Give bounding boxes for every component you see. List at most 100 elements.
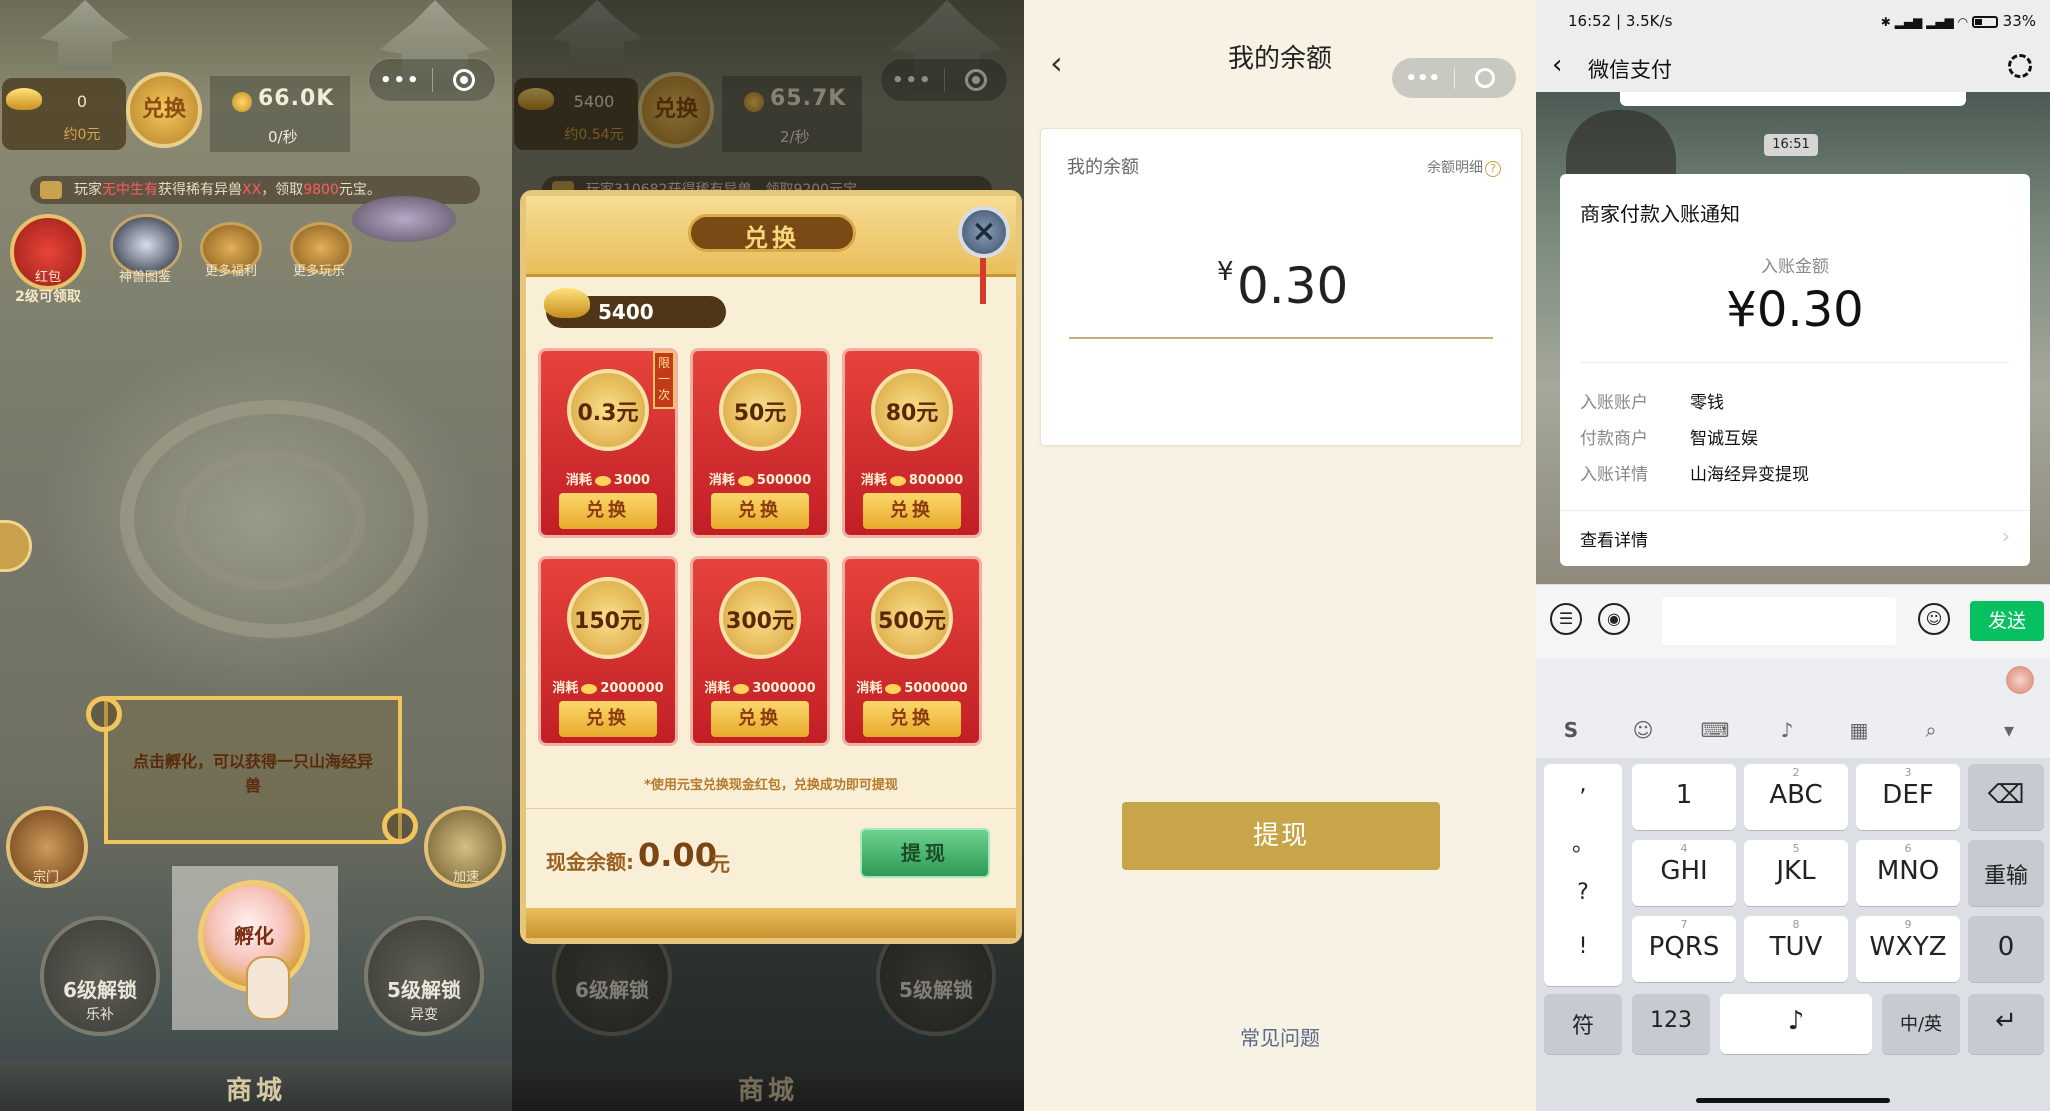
- modal-title: 兑换: [744, 224, 800, 252]
- hatch-hint-text: 点击孵化，可以获得一只山海经异兽: [132, 752, 373, 795]
- key-def[interactable]: 3 DEF: [1856, 764, 1960, 830]
- back-icon[interactable]: ‹: [1552, 50, 1562, 80]
- avatar: [2006, 666, 2034, 694]
- key-1[interactable]: 1: [1632, 764, 1736, 830]
- balance-underline: [1069, 337, 1493, 339]
- marquee-mid: 获得稀有异兽: [158, 182, 242, 198]
- card-exchange-button[interactable]: 兑换: [711, 493, 809, 529]
- key-comma[interactable]: ,: [1544, 772, 1622, 797]
- gear-icon[interactable]: [2008, 54, 2032, 78]
- locked-slot-right-sub: 异变: [410, 1007, 438, 1023]
- voice-icon[interactable]: ◉: [1598, 603, 1630, 635]
- key-exclaim[interactable]: !: [1544, 934, 1622, 959]
- card-exchange-button[interactable]: 兑换: [863, 701, 961, 737]
- key-mno[interactable]: 6 MNO: [1856, 840, 1960, 906]
- locked-slot-left-sub: 乐补: [86, 1007, 114, 1023]
- withdraw-button[interactable]: 提现: [1122, 802, 1440, 870]
- key-jkl[interactable]: 5 JKL: [1744, 840, 1848, 906]
- ime-keyboard: , 。 ? ! 1 2 ABC 3 DEF ⌫ 4 GHI 5 JKL 6 MNO 重输 …: [1536, 758, 2050, 1111]
- locked-slot-left-label: 6级解锁: [63, 978, 137, 1002]
- chevron-right-icon: ›: [2002, 524, 2010, 548]
- withdraw-button[interactable]: 提现: [860, 828, 990, 878]
- key-zero[interactable]: 0: [1968, 916, 2044, 982]
- backspace-icon[interactable]: ⌫: [1968, 764, 2044, 830]
- coin-counter: 66.0K 0/秒: [210, 76, 350, 152]
- key-reinput[interactable]: 重输: [1968, 840, 2044, 906]
- enter-icon[interactable]: ↵: [1968, 994, 2044, 1054]
- card-exchange-button[interactable]: 兑换: [711, 701, 809, 737]
- key-tuv[interactable]: 8 TUV: [1744, 916, 1848, 982]
- punctuation-column[interactable]: , 。 ? !: [1544, 764, 1622, 986]
- hatch-button[interactable]: 孵化: [172, 866, 338, 1030]
- marquee-red: XX: [242, 182, 262, 198]
- collapse-keyboard-icon[interactable]: ▾: [1994, 718, 2024, 744]
- status-time-speed: 16:52 | 3.5K/s: [1568, 12, 1673, 30]
- card-cost: 消耗 3000: [565, 473, 651, 488]
- card-exchange-button[interactable]: 兑换: [863, 493, 961, 529]
- card-cost: 消耗 500000: [708, 473, 812, 488]
- faq-link[interactable]: 常见问题: [1024, 1022, 1536, 1051]
- card-amount: 80元: [885, 401, 939, 426]
- emoji-icon[interactable]: ☺: [1918, 603, 1950, 635]
- close-icon[interactable]: ×: [958, 206, 1010, 258]
- row-key: 付款商户: [1580, 429, 1648, 449]
- hatch-label: 孵化: [234, 924, 274, 948]
- keyboard-icon[interactable]: ⌨: [1700, 718, 1730, 744]
- message-timestamp: 16:51: [1764, 134, 1818, 156]
- card-cost: 消耗 2000000: [552, 681, 664, 696]
- exchange-button[interactable]: 兑换: [126, 72, 202, 148]
- shop-label: 商城: [225, 1076, 286, 1106]
- search-icon[interactable]: ⌕: [1916, 718, 1946, 744]
- space-microphone-key[interactable]: ♪: [1720, 994, 1872, 1054]
- key-question[interactable]: ?: [1544, 880, 1622, 905]
- portal-decoration: [352, 196, 456, 242]
- battery-icon: [1971, 15, 1998, 28]
- grid-apps-icon[interactable]: ▦: [1844, 718, 1874, 744]
- chat-input-bar: ☰ ◉ ☺ 发送: [1536, 584, 2050, 659]
- card-cost: 消耗 3000000: [704, 681, 816, 696]
- key-ghi[interactable]: 4 GHI: [1632, 840, 1736, 906]
- key-symbols[interactable]: 符: [1544, 994, 1622, 1054]
- exchange-screen: ••• 5400 约0.54元 兑换 65.7K 2/秒 玩家310682获得稀…: [512, 0, 1024, 1111]
- sogou-logo-icon[interactable]: S: [1556, 718, 1586, 744]
- gold-cash-estimate: 约0元: [63, 127, 101, 143]
- card-exchange-button[interactable]: 兑换: [559, 701, 657, 737]
- balance-detail-link[interactable]: 余额明细?: [1427, 157, 1501, 177]
- chat-title: 微信支付: [1588, 58, 1672, 82]
- top-resource-bar: 0 约0元 兑换 66.0K 0/秒: [0, 70, 480, 160]
- key-pqrs[interactable]: 7 PQRS: [1632, 916, 1736, 982]
- exchange-card: 150元 消耗 2000000 兑换: [538, 556, 678, 746]
- card-exchange-button[interactable]: 兑换: [559, 493, 657, 529]
- gold-ingot-counter: 0 约0元: [2, 78, 126, 150]
- marquee-amount: 9800: [303, 182, 339, 198]
- keyboard-toolbar: S ☺ ⌨ ♪ ▦ ⌕ ▾: [1536, 658, 2050, 758]
- more-fun-label: 更多玩乐: [292, 264, 345, 279]
- more-icon[interactable]: •••: [1392, 68, 1454, 89]
- battery-level: 33%: [2002, 12, 2036, 30]
- close-mini-program-icon[interactable]: [1454, 68, 1516, 88]
- microphone-icon: ♪: [1787, 1006, 1805, 1036]
- key-language-switch[interactable]: 中/英: [1882, 994, 1960, 1054]
- cash-balance-value: 0.00: [638, 836, 717, 874]
- previous-message-card: [1620, 92, 1966, 106]
- emoji-icon[interactable]: ☺: [1628, 718, 1658, 744]
- nav-bar: ‹ 我的余额 •••: [1024, 0, 1536, 110]
- key-wxyz[interactable]: 9 WXYZ: [1856, 916, 1960, 982]
- home-indicator[interactable]: [1696, 1098, 1890, 1103]
- key-period[interactable]: 。: [1544, 826, 1622, 858]
- message-input[interactable]: [1662, 597, 1896, 645]
- payment-notification-card[interactable]: 商家付款入账通知 入账金额 ¥0.30 入账账户 零钱 付款商户 智诚互娱 入账…: [1560, 174, 2030, 566]
- key-numbers[interactable]: 123: [1632, 994, 1710, 1054]
- microphone-icon[interactable]: ♪: [1772, 718, 1802, 744]
- key-abc[interactable]: 2 ABC: [1744, 764, 1848, 830]
- divider: [1560, 510, 2030, 511]
- send-button[interactable]: 发送: [1970, 601, 2044, 641]
- pointing-hand-icon: [246, 956, 290, 1020]
- speed-up-label: 加速: [452, 870, 479, 885]
- view-details-link[interactable]: 查看详情: [1580, 526, 1648, 551]
- menu-list-icon[interactable]: ☰: [1550, 603, 1582, 635]
- marquee-mid2: ，领取: [261, 182, 304, 198]
- game-main-screen: ••• 0 约0元 兑换 66.0K 0/秒 玩家无中生有获得稀有异兽XX，领取…: [0, 0, 512, 1111]
- card-cost: 消耗 5000000: [856, 681, 968, 696]
- exchange-card: 50元 消耗 500000 兑换: [690, 348, 830, 538]
